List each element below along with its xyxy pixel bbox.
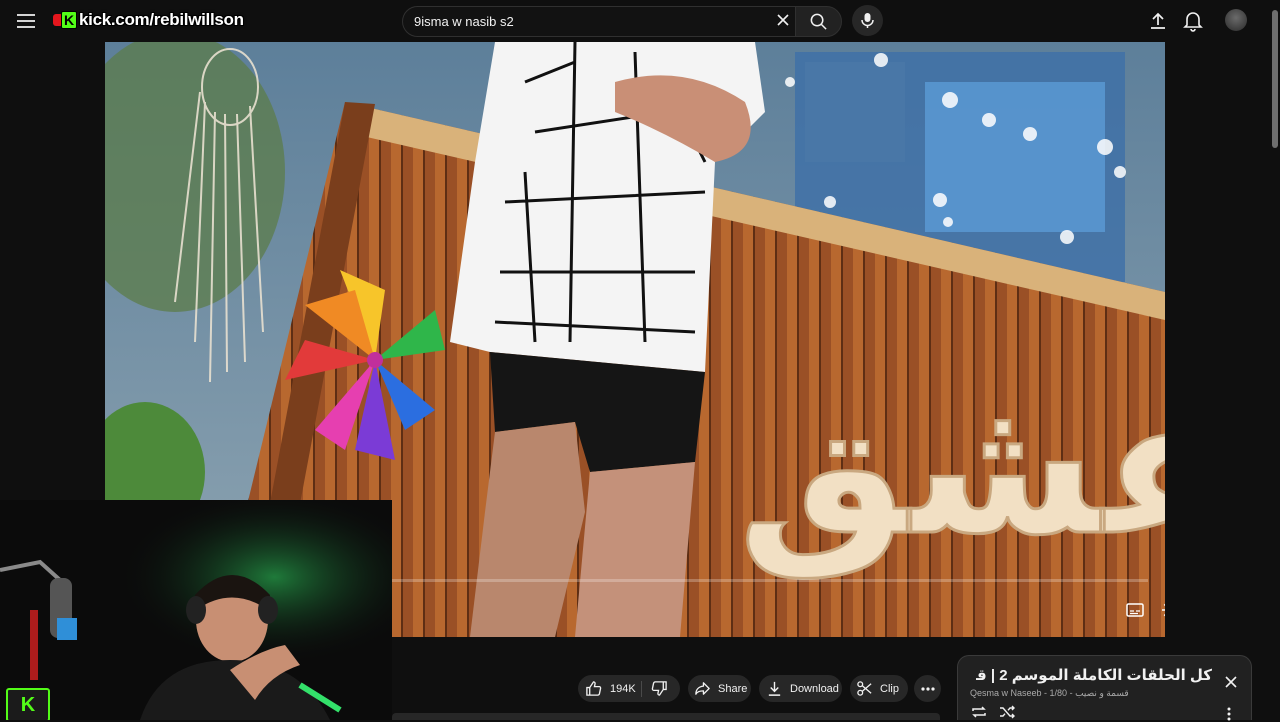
kick-logo-icon: K <box>6 688 50 720</box>
playlist-title[interactable]: كل الحلقات الكاملة الموسم 2 | قسمة و نصي… <box>976 666 1212 684</box>
account-avatar[interactable] <box>1225 9 1247 31</box>
search-icon <box>809 12 828 31</box>
menu-icon[interactable] <box>14 9 38 33</box>
description-box-edge[interactable] <box>392 713 940 720</box>
video-progress-bar[interactable] <box>390 579 1148 582</box>
mic-icon <box>860 12 875 29</box>
top-bar: K kick.com/rebilwillson <box>0 0 1280 42</box>
close-icon[interactable] <box>1223 674 1239 690</box>
bell-icon[interactable] <box>1183 10 1203 32</box>
like-dislike-group: 194K <box>578 675 680 702</box>
playlist-channel[interactable]: Qesma w Naseeb - قسمة و نصيب <box>970 688 1129 698</box>
search-button[interactable] <box>795 6 842 37</box>
search-input[interactable] <box>414 7 754 36</box>
share-icon <box>694 680 711 697</box>
upload-icon[interactable] <box>1148 11 1168 31</box>
playlist-separator: - <box>1067 688 1073 698</box>
share-button[interactable]: Share <box>688 675 751 702</box>
like-button[interactable]: 194K <box>578 675 636 702</box>
subtitles-icon[interactable] <box>1124 599 1148 623</box>
clear-search-icon[interactable] <box>773 10 793 30</box>
download-icon <box>766 680 783 697</box>
clip-button[interactable]: Clip <box>850 675 908 702</box>
loop-icon[interactable] <box>970 704 988 720</box>
voice-search-button[interactable] <box>852 5 883 36</box>
clip-label: Clip <box>880 682 899 695</box>
playlist-panel: كل الحلقات الكاملة الموسم 2 | قسمة و نصي… <box>957 655 1252 721</box>
settings-icon[interactable] <box>1159 599 1165 623</box>
thumbs-down-icon[interactable] <box>651 680 668 697</box>
search-box <box>402 6 795 37</box>
webcam-frame <box>0 500 392 720</box>
kick-watermark: K kick.com/rebilwillson <box>53 9 244 31</box>
shuffle-icon[interactable] <box>998 704 1016 720</box>
playlist-meta: Qesma w Naseeb - قسمة و نصيب - 1/80 <box>970 688 1129 699</box>
sign-letters: عشق <box>738 356 1165 579</box>
kick-logo-icon: K <box>61 11 77 29</box>
more-actions-button[interactable] <box>914 675 941 702</box>
streamer-webcam: K <box>0 500 392 720</box>
share-label: Share <box>718 682 748 695</box>
playlist-position: 1/80 <box>1049 688 1068 698</box>
like-divider <box>641 681 642 697</box>
like-count: 194K <box>610 682 636 695</box>
thumbs-up-icon <box>585 680 602 697</box>
scissors-icon <box>856 680 873 697</box>
page-scrollbar-thumb[interactable] <box>1272 10 1278 148</box>
download-label: Download <box>790 682 839 695</box>
watermark-url: kick.com/rebilwillson <box>79 10 244 29</box>
download-button[interactable]: Download <box>759 675 842 702</box>
more-horizontal-icon <box>920 681 936 697</box>
